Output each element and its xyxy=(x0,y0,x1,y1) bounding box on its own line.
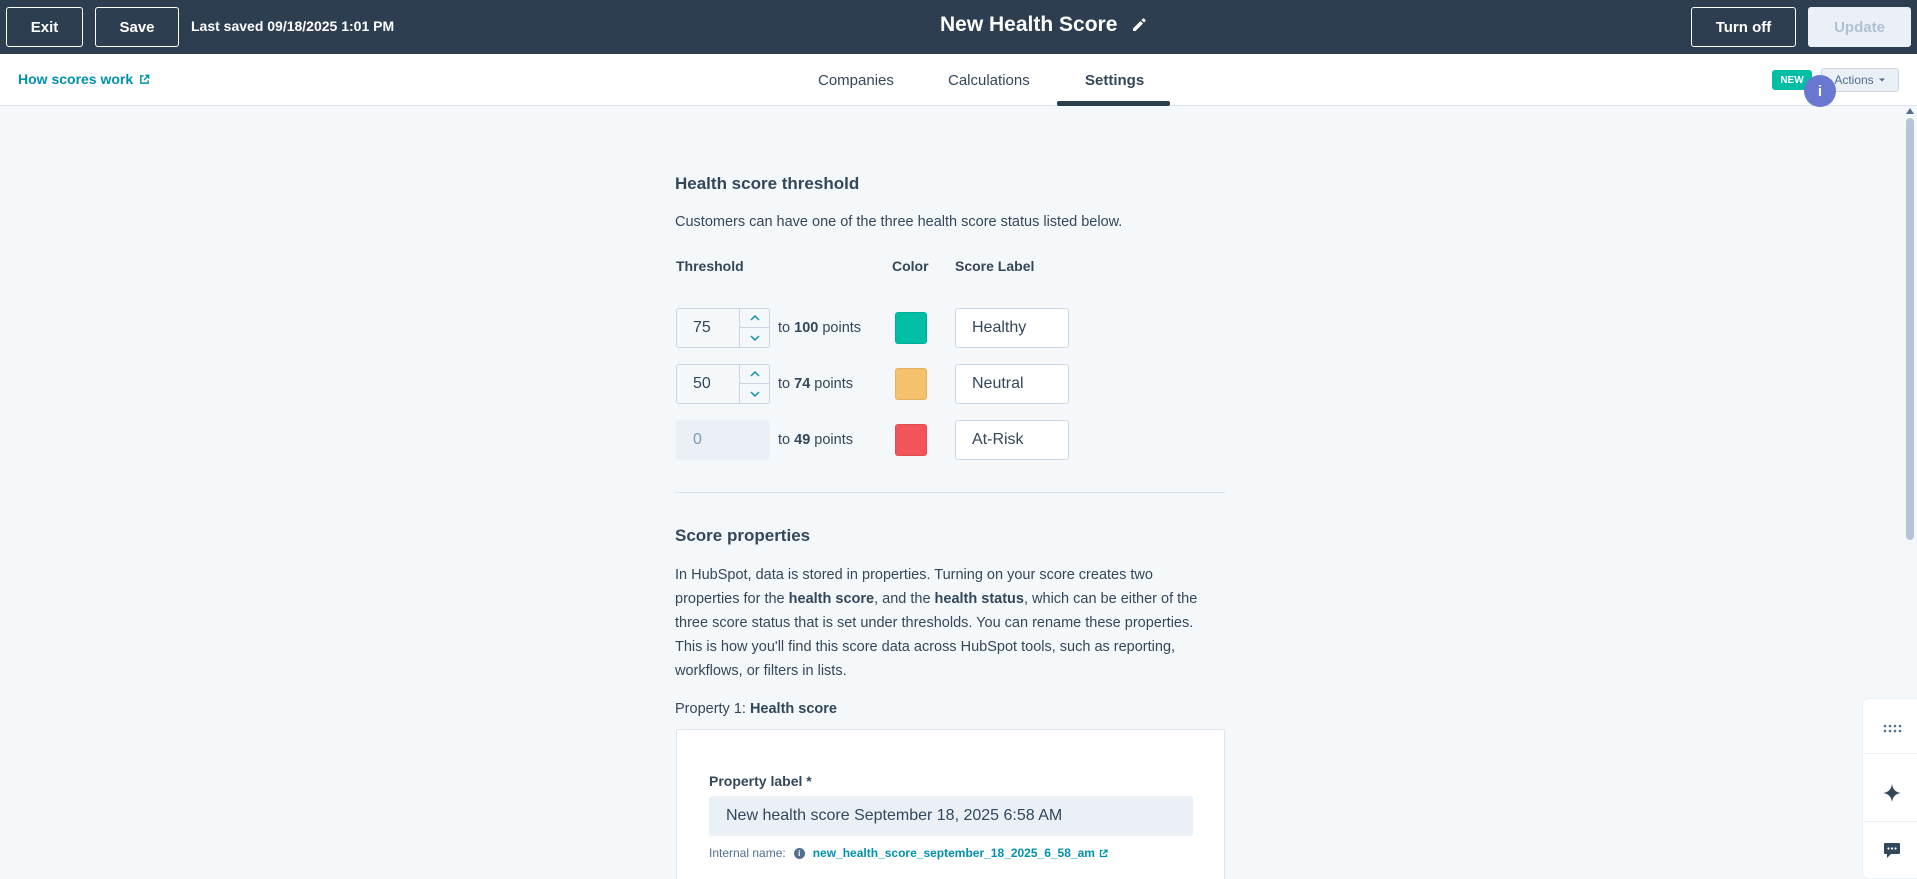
panel-divider xyxy=(1863,753,1917,754)
scrollbar-thumb[interactable] xyxy=(1906,118,1914,540)
color-swatch-healthy[interactable] xyxy=(895,312,927,344)
threshold-min-input-neutral[interactable]: 50 xyxy=(676,364,770,404)
color-column-header: Color xyxy=(892,258,929,274)
threshold-min-value: 0 xyxy=(693,431,702,448)
property-label-input[interactable]: New health score September 18, 2025 6:58… xyxy=(709,796,1193,836)
exit-button[interactable]: Exit xyxy=(6,7,83,47)
info-small-icon[interactable]: i xyxy=(793,847,805,859)
threshold-max-value: 100 xyxy=(794,320,819,336)
actions-label: Actions xyxy=(1834,73,1874,87)
color-swatch-at-risk[interactable] xyxy=(895,424,927,456)
side-tools-panel xyxy=(1862,698,1917,879)
tab-companies[interactable]: Companies xyxy=(818,72,894,89)
sparkle-ai-icon[interactable] xyxy=(1882,783,1902,808)
threshold-range-healthy: to 100 points xyxy=(778,320,862,336)
chat-icon[interactable] xyxy=(1883,842,1901,864)
top-bar: Exit Save Last saved 09/18/2025 1:01 PM … xyxy=(0,0,1917,54)
chevron-down-icon[interactable] xyxy=(740,384,770,403)
scroll-up-arrow-icon[interactable] xyxy=(1906,108,1914,114)
grid-dots-icon[interactable] xyxy=(1883,721,1903,739)
score-label-column-header: Score Label xyxy=(955,258,1035,274)
caret-down-icon xyxy=(1878,78,1885,82)
pencil-icon[interactable] xyxy=(1131,17,1147,33)
property-1-heading: Property 1: Health score xyxy=(675,701,837,717)
save-button[interactable]: Save xyxy=(95,7,179,47)
how-scores-work-link[interactable]: How scores work xyxy=(18,71,150,87)
last-saved-text: Last saved 09/18/2025 1:01 PM xyxy=(191,18,395,34)
page-title: New Health Score xyxy=(940,13,1118,36)
color-swatch-neutral[interactable] xyxy=(895,368,927,400)
external-link-icon xyxy=(1099,848,1108,857)
panel-divider xyxy=(1863,821,1917,822)
tab-settings[interactable]: Settings xyxy=(1085,72,1144,89)
section-divider xyxy=(675,492,1225,493)
sub-navigation: How scores work Companies Calculations S… xyxy=(0,54,1917,106)
active-tab-indicator xyxy=(1057,101,1170,106)
internal-name-link[interactable]: new_health_score_september_18_2025_6_58_… xyxy=(813,846,1108,860)
threshold-range-neutral: to 74 points xyxy=(778,376,853,392)
threshold-range-at-risk: to 49 points xyxy=(778,432,853,448)
internal-name-row: Internal name: i new_health_score_septem… xyxy=(709,846,1108,860)
turn-off-button[interactable]: Turn off xyxy=(1691,7,1796,47)
property-card: Property label * New health score Septem… xyxy=(676,729,1225,879)
threshold-min-input-healthy[interactable]: 75 xyxy=(676,308,770,348)
threshold-column-header: Threshold xyxy=(676,258,744,274)
threshold-stepper xyxy=(739,365,770,403)
score-label-input-neutral[interactable]: Neutral xyxy=(955,364,1069,404)
info-icon[interactable]: i xyxy=(1804,75,1836,107)
threshold-max-value: 49 xyxy=(794,432,811,448)
chevron-up-icon[interactable] xyxy=(740,365,770,384)
score-properties-description: In HubSpot, data is stored in properties… xyxy=(675,567,1198,679)
score-label-input-healthy[interactable]: Healthy xyxy=(955,308,1069,348)
threshold-stepper xyxy=(739,309,770,347)
score-properties-title: Score properties xyxy=(675,526,811,545)
threshold-section-title: Health score threshold xyxy=(675,174,860,193)
how-scores-work-label: How scores work xyxy=(18,71,134,87)
threshold-max-value: 74 xyxy=(794,376,811,392)
property-label-title: Property label * xyxy=(709,773,812,789)
tab-calculations[interactable]: Calculations xyxy=(948,72,1030,89)
threshold-min-value: 50 xyxy=(693,375,711,392)
chevron-up-icon[interactable] xyxy=(740,309,770,328)
title-group: New Health Score xyxy=(940,13,1147,37)
threshold-description: Customers can have one of the three heal… xyxy=(675,214,1123,230)
score-label-input-at-risk[interactable]: At-Risk xyxy=(955,420,1069,460)
internal-name-label: Internal name: xyxy=(709,846,786,860)
chevron-down-icon[interactable] xyxy=(740,328,770,347)
threshold-min-value: 75 xyxy=(693,319,711,336)
update-button[interactable]: Update xyxy=(1808,7,1911,47)
threshold-min-input-at-risk: 0 xyxy=(676,420,770,460)
external-link-icon xyxy=(140,74,150,84)
